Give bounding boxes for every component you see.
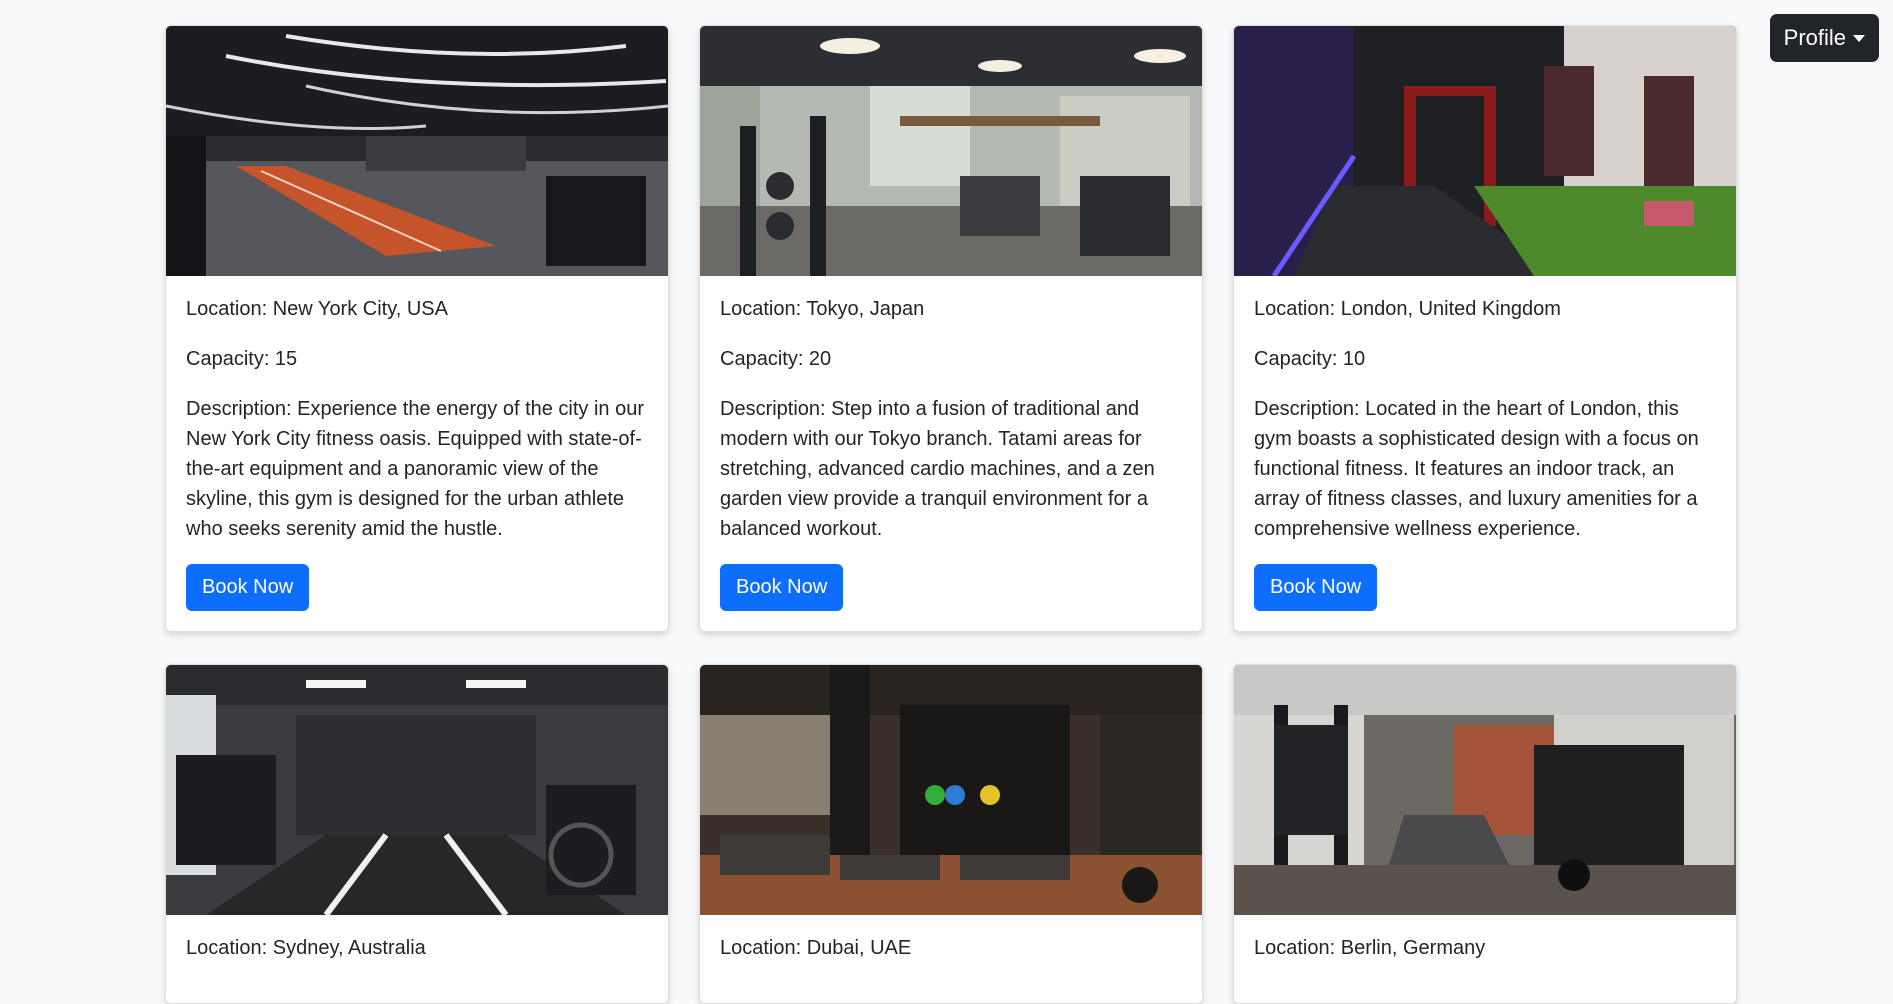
gym-card: Location: Sydney, Australia xyxy=(165,664,669,1004)
gym-capacity: Capacity: 20 xyxy=(720,348,832,370)
profile-dropdown-button[interactable]: Profile xyxy=(1769,14,1879,62)
profile-label: Profile xyxy=(1783,25,1846,50)
gym-location: Location: New York City, USA xyxy=(186,298,448,320)
gym-photo xyxy=(1234,26,1736,276)
gym-photo xyxy=(166,26,668,276)
gym-location: Location: Tokyo, Japan xyxy=(720,298,925,320)
book-now-button[interactable]: Book Now xyxy=(720,564,844,611)
book-now-button[interactable]: Book Now xyxy=(186,564,310,611)
gym-location: Location: London, United Kingdom xyxy=(1254,298,1561,320)
gym-description: Description: Step into a fusion of tradi… xyxy=(720,398,1155,540)
gym-location: Location: Dubai, UAE xyxy=(720,937,912,959)
gym-location: Location: Berlin, Germany xyxy=(1254,937,1486,959)
gym-card-grid: Location: New York City, USA Capacity: 1… xyxy=(165,25,1737,1004)
gym-description: Description: Experience the energy of th… xyxy=(186,398,645,540)
gym-card: Location: Berlin, Germany xyxy=(1233,664,1737,1004)
gym-card: Location: Dubai, UAE xyxy=(699,664,1203,1004)
gym-card: Location: London, United Kingdom Capacit… xyxy=(1233,25,1737,632)
book-now-button[interactable]: Book Now xyxy=(1254,564,1378,611)
gym-photo xyxy=(166,665,668,915)
gym-location: Location: Sydney, Australia xyxy=(186,937,426,959)
gym-photo xyxy=(700,665,1202,915)
gym-card: Location: Tokyo, Japan Capacity: 20 Desc… xyxy=(699,25,1203,632)
gym-card: Location: New York City, USA Capacity: 1… xyxy=(165,25,669,632)
gym-capacity: Capacity: 15 xyxy=(186,348,298,370)
gym-capacity: Capacity: 10 xyxy=(1254,348,1366,370)
gym-photo xyxy=(700,26,1202,276)
gym-description: Description: Located in the heart of Lon… xyxy=(1254,398,1699,540)
gym-photo xyxy=(1234,665,1736,915)
caret-down-icon xyxy=(1853,34,1865,42)
